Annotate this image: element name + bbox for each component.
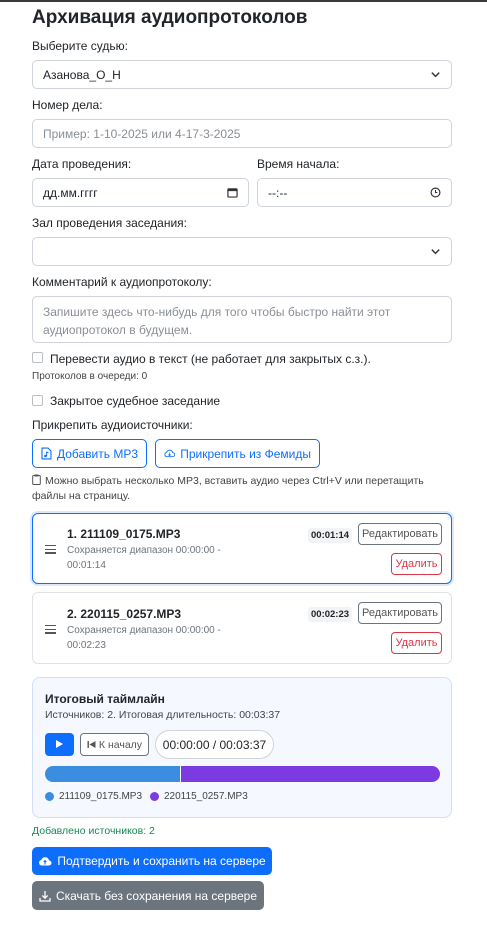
attach-hint-text: Можно выбрать несколько MP3, вставить ау… <box>32 475 424 502</box>
play-icon <box>56 740 63 748</box>
judge-label: Выберите судью: <box>32 39 128 53</box>
timeline-bar[interactable] <box>45 766 440 782</box>
top-border <box>0 0 487 2</box>
closed-session-label: Закрытое судебное заседание <box>50 394 221 408</box>
attach-label: Прикрепить аудиоисточники: <box>32 418 193 432</box>
download-button[interactable]: Скачать без сохранения на сервере <box>32 881 264 910</box>
comment-label: Комментарий к аудиопротоколу: <box>32 275 212 289</box>
source-range: Сохраняется диапазон 00:00:00 - 00:01:14 <box>67 545 221 571</box>
legend-dot <box>150 792 159 801</box>
time-input[interactable]: --:-- <box>257 178 452 207</box>
drag-handle-icon[interactable] <box>45 545 56 554</box>
source-name: 1. 211109_0175.MP3 <box>67 527 181 541</box>
add-mp3-label: Добавить MP3 <box>56 446 138 461</box>
date-label: Дата проведения: <box>32 157 132 171</box>
timeline-subtitle: Источников: 2. Итоговая длительность: 00… <box>45 709 281 721</box>
comment-placeholder: Запишите здесь что-нибудь для того чтобы… <box>43 305 391 337</box>
timeline-panel: Итоговый таймлайн Источников: 2. Итогова… <box>32 677 452 818</box>
sources-added-count: Добавлено источников: 2 <box>32 825 155 837</box>
transcribe-checkbox[interactable] <box>32 352 43 363</box>
timeline-title: Итоговый таймлайн <box>45 692 165 706</box>
clipboard-icon <box>32 474 41 485</box>
closed-session-checkbox[interactable] <box>32 395 43 406</box>
case-number-placeholder: Пример: 1-10-2025 или 4-17-3-2025 <box>43 126 241 141</box>
save-on-server-label: Подтвердить и сохранить на сервере <box>57 854 266 868</box>
case-number-input[interactable]: Пример: 1-10-2025 или 4-17-3-2025 <box>32 119 452 148</box>
comment-textarea[interactable]: Запишите здесь что-нибудь для того чтобы… <box>32 296 452 343</box>
source-duration: 00:02:23 <box>308 607 353 622</box>
attach-femida-label: Прикрепить из Фемиды <box>180 446 311 461</box>
judge-value: Азанова_О_Н <box>43 67 121 82</box>
drag-handle-icon[interactable] <box>45 625 56 634</box>
timeline-segment[interactable] <box>45 766 180 782</box>
attach-hint: Можно выбрать несколько MP3, вставить ау… <box>32 474 442 504</box>
delete-source-button[interactable]: Удалить <box>391 632 442 654</box>
source-name: 2. 220115_0257.MP3 <box>67 607 182 621</box>
download-icon <box>39 890 51 902</box>
cloud-upload-icon <box>39 856 52 865</box>
source-duration: 00:01:14 <box>308 528 353 543</box>
judge-select[interactable]: Азанова_О_Н <box>32 60 452 89</box>
add-mp3-button[interactable]: Добавить MP3 <box>32 439 147 468</box>
timeline-segment[interactable] <box>179 766 440 782</box>
time-label: Время начала: <box>257 157 340 171</box>
play-button[interactable] <box>45 733 74 756</box>
hall-select[interactable] <box>32 237 452 266</box>
save-on-server-button[interactable]: Подтвердить и сохранить на сервере <box>32 847 272 875</box>
music-file-icon <box>41 447 52 460</box>
download-label: Скачать без сохранения на сервере <box>55 888 258 903</box>
case-number-label: Номер дела: <box>32 98 103 112</box>
hall-label: Зал проведения заседания: <box>32 216 188 230</box>
legend-dot <box>45 792 54 801</box>
date-value: дд.мм.гггг <box>43 185 98 200</box>
time-display: 00:00:00 / 00:03:37 <box>155 730 274 759</box>
skip-back-icon <box>87 741 96 748</box>
date-input[interactable]: дд.мм.гггг <box>32 178 249 207</box>
page-title: Архивация аудиопротоколов <box>32 7 308 28</box>
clock-icon <box>430 187 441 198</box>
edit-source-button[interactable]: Редактировать <box>358 523 442 545</box>
attach-femida-button[interactable]: Прикрепить из Фемиды <box>155 439 320 468</box>
source-card[interactable]: 2. 220115_0257.MP3 Сохраняется диапазон … <box>32 592 452 664</box>
legend-label: 220115_0257.MP3 <box>164 791 248 802</box>
to-start-button[interactable]: К началу <box>80 733 149 756</box>
source-range: Сохраняется диапазон 00:00:00 - 00:02:23 <box>67 625 221 651</box>
calendar-icon <box>227 188 238 198</box>
legend-label: 211109_0175.MP3 <box>59 791 143 802</box>
time-value: --:-- <box>268 185 288 200</box>
legend-item: 211109_0175.MP3 <box>45 791 142 802</box>
chevron-down-icon <box>431 249 440 255</box>
to-start-label: К началу <box>98 738 143 751</box>
delete-source-button[interactable]: Удалить <box>391 553 442 575</box>
source-card[interactable]: 1. 211109_0175.MP3 Сохраняется диапазон … <box>32 513 452 584</box>
cloud-download-icon <box>164 449 176 458</box>
transcribe-label: Перевести аудио в текст (не работает для… <box>50 352 371 366</box>
edit-source-button[interactable]: Редактировать <box>358 602 442 624</box>
chevron-down-icon <box>431 72 440 78</box>
queue-count: Протоколов в очереди: 0 <box>32 371 148 382</box>
legend-item: 220115_0257.MP3 <box>150 791 248 802</box>
